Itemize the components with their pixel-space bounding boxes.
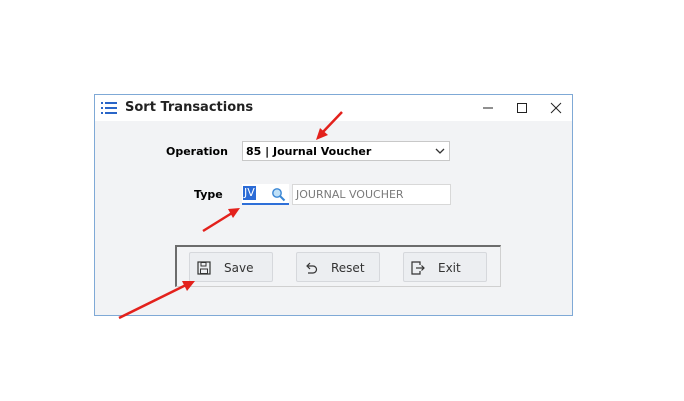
type-label: Type <box>194 188 223 201</box>
save-button[interactable]: Save <box>189 252 273 282</box>
close-icon <box>550 102 562 114</box>
search-icon[interactable] <box>271 187 286 202</box>
window-title: Sort Transactions <box>125 100 254 115</box>
maximize-button[interactable] <box>505 95 539 121</box>
save-button-label: Save <box>224 261 254 275</box>
reset-button-label: Reset <box>331 261 365 275</box>
chevron-down-icon <box>435 148 445 154</box>
type-code-input[interactable]: JV <box>242 184 289 205</box>
minimize-button[interactable] <box>471 95 505 121</box>
close-button[interactable] <box>539 95 573 121</box>
undo-icon <box>306 262 318 274</box>
reset-button[interactable]: Reset <box>296 252 380 282</box>
type-description-value: JOURNAL VOUCHER <box>296 188 404 201</box>
title-bar: Sort Transactions <box>95 95 572 121</box>
operation-dropdown[interactable]: 85 | Journal Voucher <box>242 141 450 161</box>
type-description-field: JOURNAL VOUCHER <box>292 184 451 205</box>
operation-label: Operation <box>166 145 228 158</box>
operation-selected-value: 85 | Journal Voucher <box>246 145 372 158</box>
maximize-icon <box>517 103 527 113</box>
sort-transactions-window: Sort Transactions Operation 85 | Journal… <box>94 94 573 316</box>
exit-button-label: Exit <box>438 261 461 275</box>
list-icon <box>101 101 117 115</box>
save-icon <box>197 261 211 275</box>
exit-button[interactable]: Exit <box>403 252 487 282</box>
type-code-value: JV <box>243 186 256 200</box>
minimize-icon <box>483 107 493 109</box>
exit-icon <box>411 261 425 275</box>
button-panel: Save Reset Exit <box>175 245 501 287</box>
